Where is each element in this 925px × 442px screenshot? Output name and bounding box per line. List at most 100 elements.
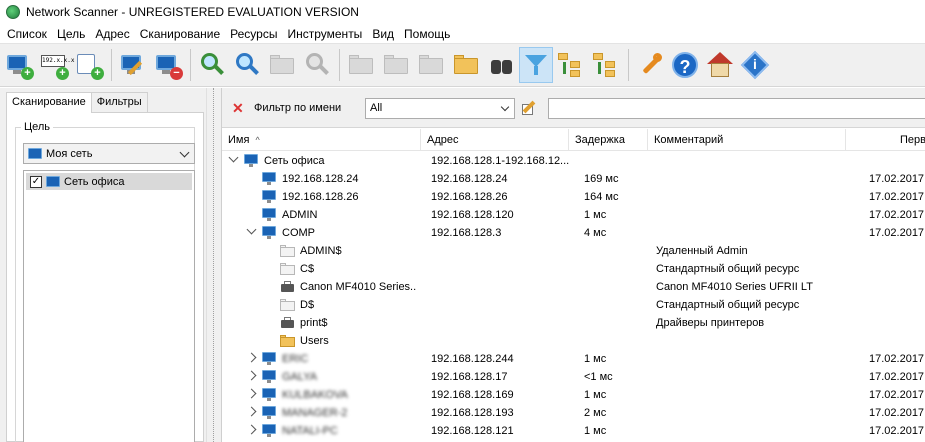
cell-name: 192.168.128.26: [282, 191, 359, 203]
stop-scan-button[interactable]: [300, 47, 334, 83]
column-first-seen[interactable]: Перв: [894, 129, 925, 151]
add-ip-range-button[interactable]: 192.x.x.x +: [37, 47, 75, 83]
menu-scan[interactable]: Сканирование: [135, 27, 225, 41]
cell-name: 192.168.128.24: [282, 173, 359, 185]
column-comment[interactable]: Комментарий: [648, 129, 846, 151]
menu-list[interactable]: Список: [2, 27, 52, 41]
column-latency[interactable]: Задержка: [569, 129, 648, 151]
filter-mode-select[interactable]: All: [365, 98, 515, 119]
cell-address: 192.168.128.121: [431, 425, 514, 437]
edit-resource-button[interactable]: [379, 47, 413, 83]
remove-target-button[interactable]: −: [151, 47, 185, 83]
table-row[interactable]: ADMIN$ Удаленный Admin: [222, 242, 925, 260]
table-row[interactable]: Сеть офиса 192.168.128.1-192.168.12...: [222, 152, 925, 170]
cell-address: 192.168.128.24: [431, 173, 508, 185]
cell-address: [431, 278, 571, 296]
filter-text-input[interactable]: [548, 98, 925, 119]
cell-first-seen: 17.02.2017: [869, 173, 925, 185]
table-row[interactable]: ADMIN 192.168.128.120 1 мс 17.02.2017: [222, 206, 925, 224]
filter-button[interactable]: [519, 47, 553, 83]
cell-latency: 169 мс: [584, 173, 619, 185]
expand-tree-button[interactable]: [554, 47, 588, 83]
chevron-right-icon[interactable]: [246, 424, 257, 435]
column-latency-label: Задержка: [575, 134, 625, 146]
menu-resources[interactable]: Ресурсы: [225, 27, 282, 41]
cell-name: ERIC: [282, 353, 309, 365]
toolbar-separator: [111, 49, 112, 81]
add-from-list-button[interactable]: +: [72, 47, 106, 83]
table-row[interactable]: 192.168.128.24 192.168.128.24 169 мс 17.02.…: [222, 170, 925, 188]
menu-view[interactable]: Вид: [367, 27, 399, 41]
computer-icon: [262, 352, 277, 365]
table-row[interactable]: Users: [222, 332, 925, 350]
cell-latency: 164 мс: [584, 191, 619, 203]
cell-comment: [656, 368, 856, 386]
help-button[interactable]: ?: [668, 47, 702, 83]
tab-filters[interactable]: Фильтры: [90, 92, 148, 112]
cell-first-seen: [869, 296, 925, 314]
table-row[interactable]: KULBAKOVA 192.168.128.169 1 мс 17.02.2017: [222, 386, 925, 404]
panel-splitter[interactable]: [206, 88, 221, 442]
cell-address: 192.168.128.26: [431, 191, 508, 203]
table-row[interactable]: MANAGER-2 192.168.128.193 2 мс 17.02.2017: [222, 404, 925, 422]
chevron-right-icon[interactable]: [246, 352, 257, 363]
cell-latency: [584, 260, 654, 278]
menu-tools[interactable]: Инструменты: [282, 27, 367, 41]
cell-name: Canon MF4010 Series...: [300, 281, 417, 293]
cell-address: [431, 296, 571, 314]
edit-resource-icon: [381, 50, 411, 80]
menu-help[interactable]: Помощь: [399, 27, 455, 41]
close-filter-icon[interactable]: ✕: [232, 101, 244, 115]
column-name[interactable]: Имя ^: [222, 129, 421, 151]
find-button[interactable]: [484, 47, 518, 83]
column-address[interactable]: Адрес: [421, 129, 569, 151]
scan-selected-button[interactable]: [265, 47, 299, 83]
cell-first-seen: 17.02.2017: [869, 353, 925, 365]
menu-target[interactable]: Цель: [52, 27, 90, 41]
table-row[interactable]: NATALI-PC 192.168.128.121 1 мс 17.02.2017: [222, 422, 925, 440]
cell-comment: Драйверы принтеров: [656, 317, 765, 329]
table-row[interactable]: Canon MF4010 Series... Canon MF4010 Serie…: [222, 278, 925, 296]
open-resource-icon: [346, 50, 376, 80]
cell-first-seen: [869, 260, 925, 278]
target-select-value: Моя сеть: [46, 147, 93, 160]
cell-comment: [656, 206, 856, 224]
options-button[interactable]: [633, 47, 667, 83]
table-row[interactable]: ERIC 192.168.128.244 1 мс 17.02.2017: [222, 350, 925, 368]
delete-resource-button[interactable]: [414, 47, 448, 83]
cell-first-seen: [869, 332, 925, 350]
scan-button[interactable]: [195, 47, 229, 83]
tab-scan[interactable]: Сканирование: [6, 92, 92, 113]
edit-filter-icon[interactable]: [522, 100, 538, 116]
cell-comment: [656, 332, 856, 350]
chevron-down-icon[interactable]: [246, 224, 257, 235]
chevron-right-icon[interactable]: [246, 370, 257, 381]
cell-name: NATALI-PC: [282, 425, 338, 437]
collapse-tree-button[interactable]: [589, 47, 623, 83]
cell-first-seen: 17.02.2017: [869, 227, 925, 239]
cell-latency: [584, 332, 654, 350]
target-select[interactable]: Моя сеть: [23, 143, 195, 164]
open-folder-button[interactable]: [449, 47, 483, 83]
target-item[interactable]: ✓ Сеть офиса: [26, 173, 192, 190]
target-checkbox[interactable]: ✓: [30, 175, 42, 188]
table-row[interactable]: print$ Драйверы принтеров: [222, 314, 925, 332]
table-row[interactable]: GALYA 192.168.128.17 <1 мс 17.02.2017: [222, 368, 925, 386]
sort-up-icon: ^: [255, 135, 260, 145]
chevron-right-icon[interactable]: [246, 406, 257, 417]
about-button[interactable]: i: [738, 47, 772, 83]
folder-icon: [280, 244, 295, 257]
table-row[interactable]: 192.168.128.26 192.168.128.26 164 мс 17.02.…: [222, 188, 925, 206]
chevron-down-icon[interactable]: [228, 152, 239, 163]
table-row[interactable]: C$ Стандартный общий ресурс: [222, 260, 925, 278]
add-computer-button[interactable]: +: [2, 47, 36, 83]
table-row[interactable]: COMP 192.168.128.3 4 мс 17.02.2017: [222, 224, 925, 242]
column-comment-label: Комментарий: [654, 134, 724, 146]
menu-address[interactable]: Адрес: [90, 27, 134, 41]
chevron-right-icon[interactable]: [246, 388, 257, 399]
rescan-button[interactable]: [230, 47, 264, 83]
home-button[interactable]: [703, 47, 737, 83]
edit-target-button[interactable]: [116, 47, 150, 83]
open-resource-button[interactable]: [344, 47, 378, 83]
table-row[interactable]: D$ Стандартный общий ресурс: [222, 296, 925, 314]
